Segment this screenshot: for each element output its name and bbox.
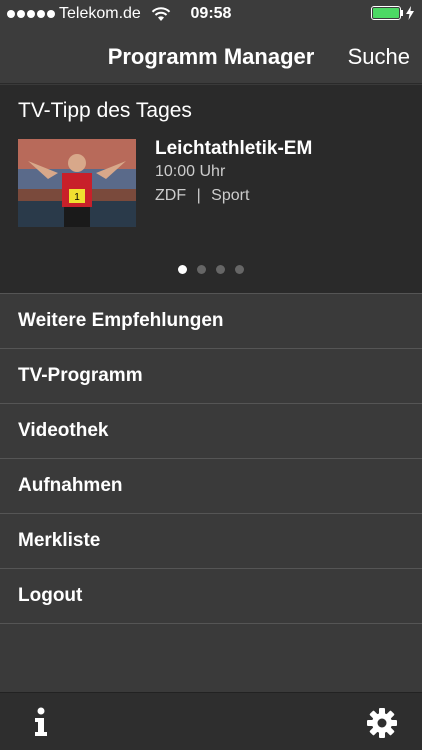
search-button[interactable]: Suche [348, 44, 410, 70]
nav-bar: Programm Manager Suche [0, 30, 422, 84]
menu-item-aufnahmen[interactable]: Aufnahmen [0, 459, 422, 514]
gear-icon[interactable] [366, 707, 398, 739]
show-title[interactable]: Leichtathletik-EM [155, 138, 312, 160]
show-time: 10:00 Uhr [155, 163, 226, 180]
menu-item-videothek[interactable]: Videothek [0, 404, 422, 459]
main-menu: Weitere Empfehlungen TV-Programm Videoth… [0, 294, 422, 624]
battery-icon [371, 6, 414, 20]
channel-label: ZDF [155, 187, 187, 204]
show-meta: ZDF | Sport [155, 187, 249, 205]
separator: | [196, 187, 201, 204]
status-bar: Telekom.de 09:58 [0, 0, 422, 30]
clock: 09:58 [190, 5, 232, 22]
menu-item-weitere-empfehlungen[interactable]: Weitere Empfehlungen [0, 294, 422, 349]
info-icon[interactable] [30, 707, 52, 737]
menu-item-logout[interactable]: Logout [0, 569, 422, 624]
page-dot[interactable] [197, 265, 206, 274]
page-dot[interactable] [178, 265, 187, 274]
tip-heading: TV-Tipp des Tages [18, 99, 192, 122]
page-indicator[interactable] [0, 265, 422, 274]
charging-icon [406, 6, 414, 20]
page-dot[interactable] [216, 265, 225, 274]
menu-item-tv-programm[interactable]: TV-Programm [0, 349, 422, 404]
athlete-image: 1 [18, 139, 136, 227]
svg-text:1: 1 [74, 192, 80, 203]
show-thumbnail[interactable]: 1 [18, 139, 136, 227]
page-dot[interactable] [235, 265, 244, 274]
genre-label: Sport [211, 187, 250, 204]
bottom-toolbar [0, 692, 422, 750]
tv-tip-panel[interactable]: TV-Tipp des Tages 1 Leichtathletik-EM 10… [0, 85, 422, 294]
menu-item-merkliste[interactable]: Merkliste [0, 514, 422, 569]
